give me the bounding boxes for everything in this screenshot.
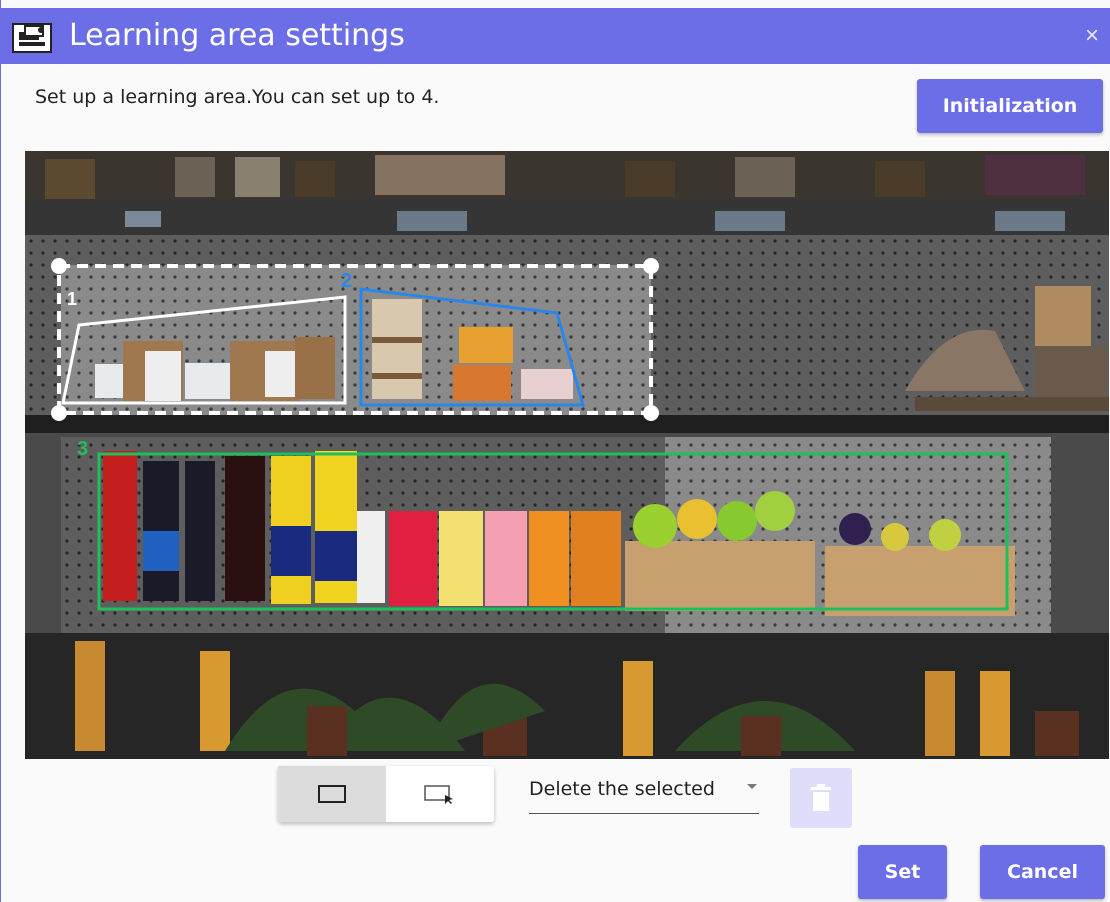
polygon-tool-button[interactable] <box>386 766 494 822</box>
resize-handle[interactable] <box>51 258 67 274</box>
delete-mode-value: Delete the selected <box>529 778 715 800</box>
polygon-select-icon <box>424 785 453 804</box>
rectangle-tool-button[interactable] <box>278 766 386 822</box>
initialization-button[interactable]: Initialization <box>917 79 1103 133</box>
draw-tool-group <box>278 766 494 822</box>
camera-settings-icon <box>12 23 52 53</box>
delete-mode-select[interactable]: Delete the selected <box>529 772 759 814</box>
shelf-scene: 1 2 3 <box>25 151 1109 759</box>
rectangle-icon <box>318 785 346 803</box>
resize-handle[interactable] <box>643 405 659 421</box>
dialog-title: Learning area settings <box>69 18 405 53</box>
camera-image-canvas[interactable]: 1 2 3 <box>25 151 1109 759</box>
title-bar: Learning area settings × <box>1 8 1110 64</box>
delete-button[interactable] <box>790 768 852 828</box>
trash-icon <box>811 784 831 811</box>
close-icon[interactable]: × <box>1085 22 1099 50</box>
area-3-label: 3 <box>77 438 88 460</box>
cancel-button[interactable]: Cancel <box>980 845 1105 899</box>
dropdown-arrow-icon <box>747 784 757 789</box>
set-button[interactable]: Set <box>858 845 947 899</box>
area-2-label: 2 <box>341 270 352 292</box>
resize-handle[interactable] <box>51 405 67 421</box>
learning-area-dialog: Learning area settings × Set up a learni… <box>0 0 1110 902</box>
area-1-label: 1 <box>67 289 77 309</box>
resize-handle[interactable] <box>643 258 659 274</box>
instruction-text: Set up a learning area.You can set up to… <box>35 86 440 108</box>
